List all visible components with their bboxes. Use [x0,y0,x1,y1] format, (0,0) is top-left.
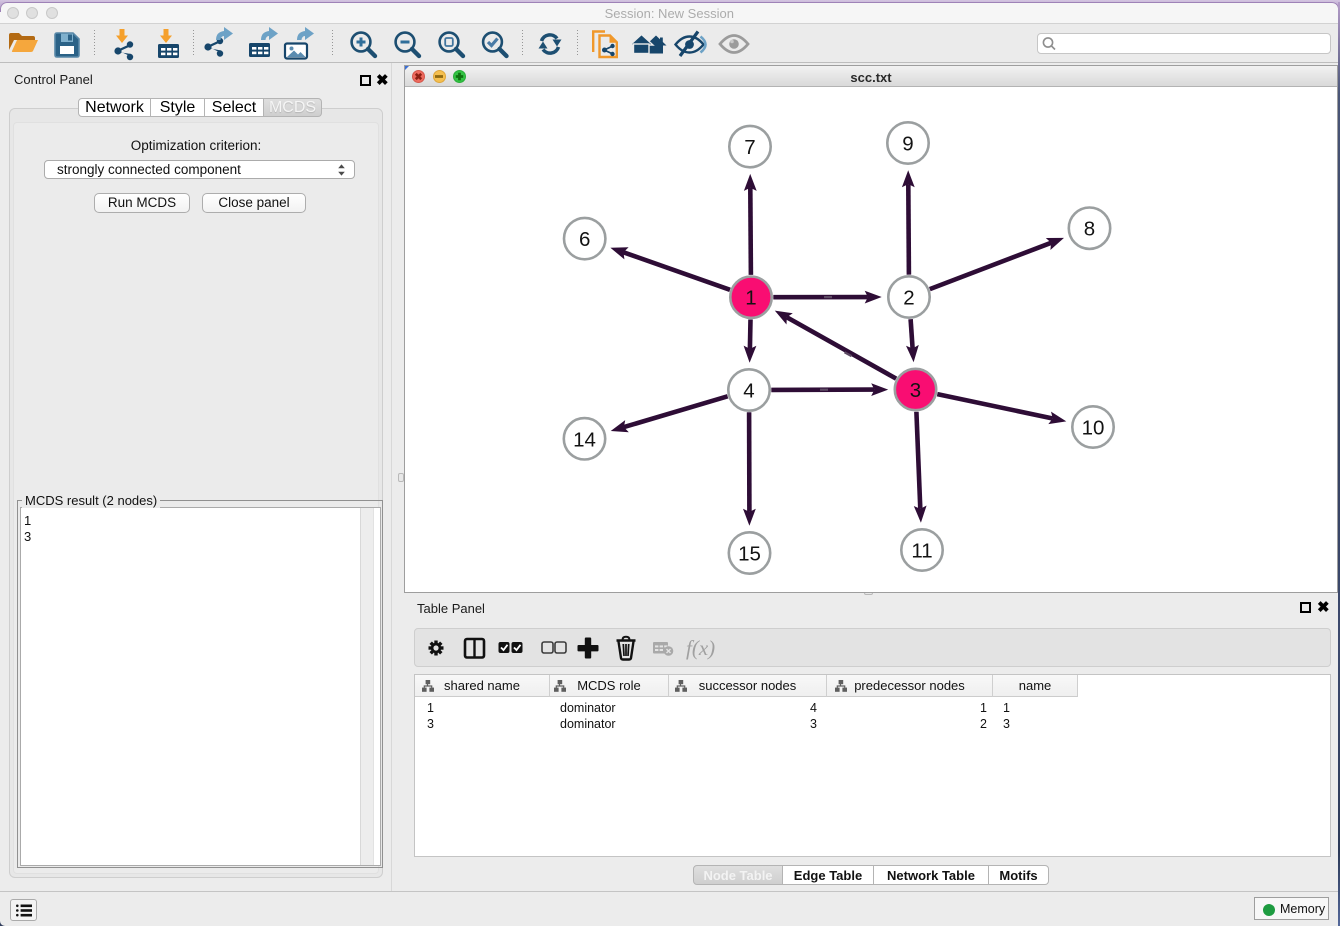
svg-text:15: 15 [738,543,761,566]
svg-text:7: 7 [744,136,755,159]
svg-text:1: 1 [745,287,756,310]
svg-text:14: 14 [573,428,596,451]
svg-text:8: 8 [1084,218,1095,241]
svg-text:f(x): f(x) [686,636,715,660]
svg-text:3: 3 [910,379,921,402]
svg-text:4: 4 [743,380,754,403]
svg-text:9: 9 [902,133,913,156]
svg-text:11: 11 [911,540,932,563]
svg-text:10: 10 [1082,417,1105,440]
svg-text:2: 2 [903,287,914,310]
svg-text:6: 6 [579,228,590,251]
